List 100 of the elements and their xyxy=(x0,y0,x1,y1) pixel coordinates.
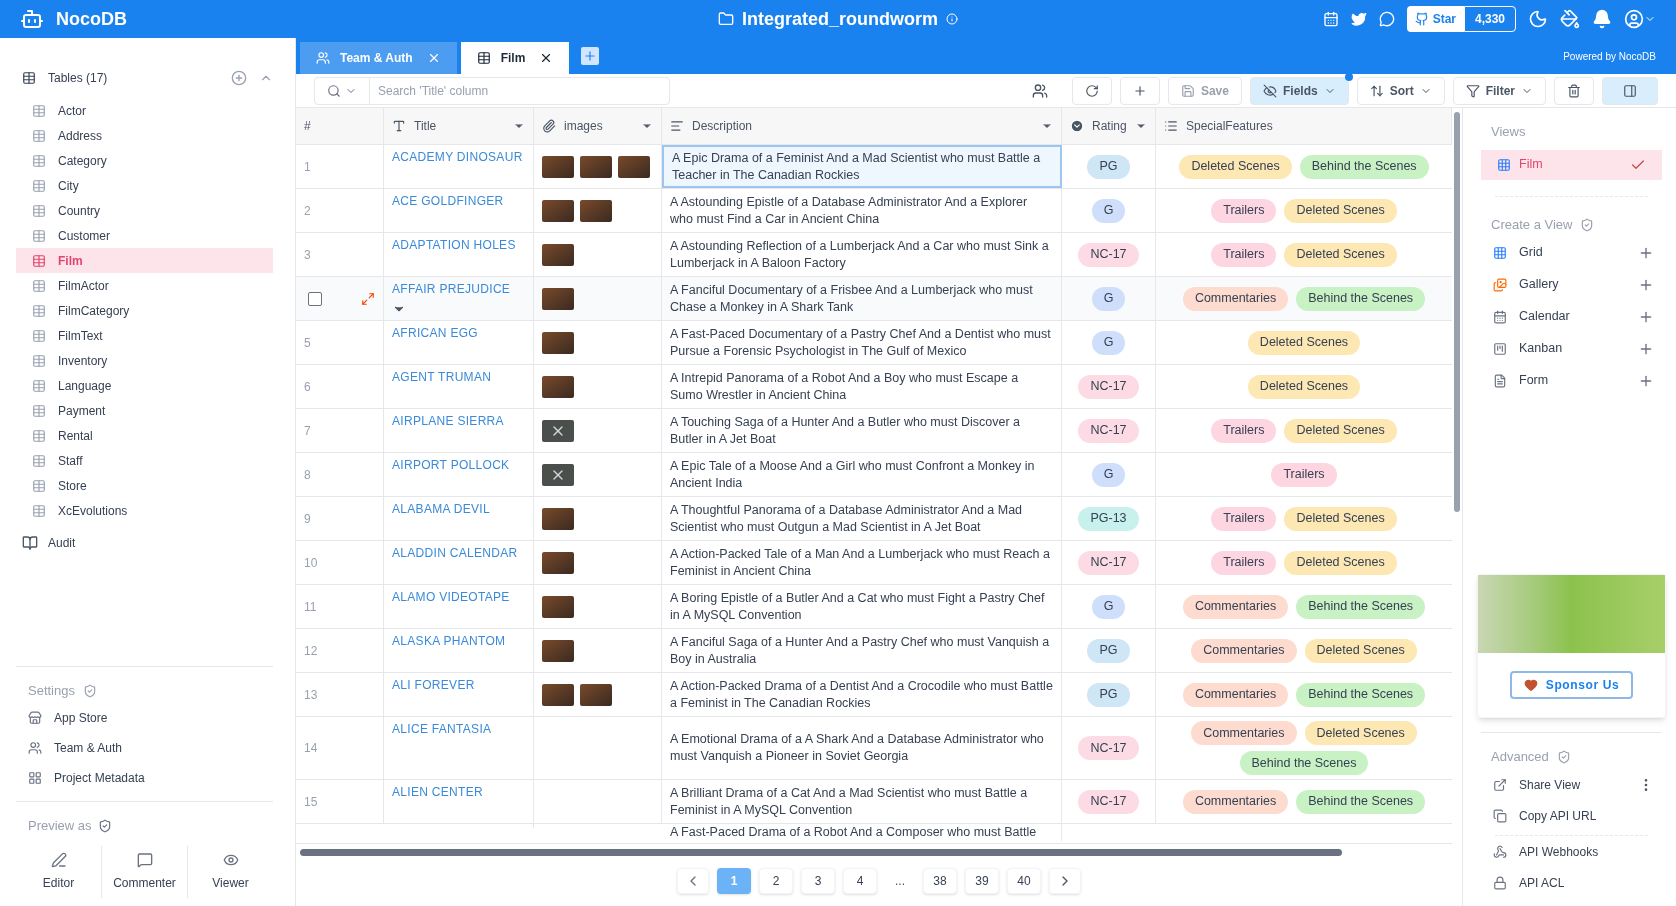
page-button[interactable]: 38 xyxy=(923,868,957,894)
advanced-item[interactable]: Share View xyxy=(1519,775,1626,794)
user-icon[interactable] xyxy=(1624,9,1644,29)
select-icon xyxy=(1070,119,1084,133)
settings-item[interactable]: Team & Auth xyxy=(54,739,123,757)
brand-name: NocoDB xyxy=(56,7,127,31)
table-list-item[interactable]: XcEvolutions xyxy=(16,498,273,523)
table-list-item[interactable]: Customer xyxy=(16,223,273,248)
sponsor-button[interactable]: Sponsor Us xyxy=(1509,671,1634,699)
list-icon xyxy=(1164,119,1178,133)
page-button[interactable]: 3 xyxy=(801,868,835,894)
row-checkbox[interactable] xyxy=(308,291,322,306)
settings-item[interactable]: Project Metadata xyxy=(54,769,145,787)
calendar-icon[interactable] xyxy=(1322,11,1339,27)
create-view-item[interactable]: Calendar xyxy=(1519,307,1626,326)
film-title-link[interactable]: ALASKA PHANTOM xyxy=(392,633,506,650)
add-table-icon[interactable] xyxy=(231,70,247,86)
film-title-link[interactable]: ADAPTATION HOLES xyxy=(392,237,516,254)
reload-button[interactable] xyxy=(1071,76,1112,105)
next-page-button[interactable] xyxy=(1049,868,1081,894)
page-button[interactable]: 39 xyxy=(965,868,999,894)
settings-item[interactable]: App Store xyxy=(54,709,108,727)
page-button[interactable]: 4 xyxy=(843,868,877,894)
sort-button[interactable]: Sort xyxy=(1356,76,1445,105)
film-title-link[interactable]: ACADEMY DINOSAUR xyxy=(392,149,523,166)
preview-role-button[interactable]: Editor xyxy=(16,846,101,898)
twitter-icon[interactable] xyxy=(1350,11,1367,27)
film-title-link[interactable]: AIRPLANE SIERRA xyxy=(392,413,504,430)
table-list-item[interactable]: Payment xyxy=(16,398,273,423)
table-list-item[interactable]: Rental xyxy=(16,423,273,448)
add-row-button[interactable] xyxy=(1119,76,1160,105)
fields-button[interactable]: Fields xyxy=(1249,76,1349,105)
advanced-item[interactable]: API Webhooks xyxy=(1519,842,1654,861)
paint-bucket-icon[interactable] xyxy=(1560,9,1580,29)
rating-tag: NC-17 xyxy=(1078,789,1139,814)
photo-placeholder xyxy=(580,199,612,222)
robot-logo-icon xyxy=(20,7,44,31)
table-list-item[interactable]: Country xyxy=(16,198,273,223)
row-number: 10 xyxy=(304,554,318,572)
add-tab-button[interactable] xyxy=(581,47,600,65)
table-list-item[interactable]: City xyxy=(16,173,273,198)
bell-icon[interactable] xyxy=(1592,9,1612,29)
moon-icon[interactable] xyxy=(1528,9,1548,29)
vertical-scrollbar[interactable] xyxy=(1454,112,1460,512)
create-view-item[interactable]: Form xyxy=(1519,371,1626,390)
table-list-item[interactable]: Category xyxy=(16,148,273,173)
row-number: 6 xyxy=(304,378,311,396)
create-view-item[interactable]: Gallery xyxy=(1519,275,1626,294)
tab[interactable]: Film xyxy=(460,42,570,74)
page-button[interactable]: 2 xyxy=(759,868,793,894)
rating-tag: NC-17 xyxy=(1078,418,1139,443)
table-list-item[interactable]: Language xyxy=(16,373,273,398)
delete-button[interactable] xyxy=(1554,76,1594,105)
filter-button[interactable]: Filter xyxy=(1452,76,1546,105)
collaborators-icon[interactable] xyxy=(1031,82,1048,99)
preview-role-button[interactable]: Viewer xyxy=(187,846,273,898)
film-title-link[interactable]: AGENT TRUMAN xyxy=(392,369,492,386)
chat-icon[interactable] xyxy=(1378,11,1395,27)
table-list-item[interactable]: FilmText xyxy=(16,323,273,348)
table-list-item[interactable]: Address xyxy=(16,123,273,148)
film-title-link[interactable]: ACE GOLDFINGER xyxy=(392,193,504,210)
book-icon xyxy=(22,535,38,551)
create-view-item[interactable]: Kanban xyxy=(1519,339,1626,358)
film-title-link[interactable]: ALABAMA DEVIL xyxy=(392,501,490,518)
table-list-item[interactable]: Actor xyxy=(16,98,273,123)
star-button[interactable]: Star xyxy=(1406,6,1464,32)
film-title-link[interactable]: AIRPORT POLLOCK xyxy=(392,457,510,474)
horizontal-scrollbar[interactable] xyxy=(300,849,1342,856)
expand-row-icon[interactable] xyxy=(361,291,375,306)
feature-tag: Commentaries xyxy=(1191,638,1297,663)
film-title-link[interactable]: ALADDIN CALENDAR xyxy=(392,545,518,562)
shield-icon xyxy=(83,684,97,698)
webhook-icon xyxy=(1493,844,1507,859)
film-title-link[interactable]: ALI FOREVER xyxy=(392,677,475,694)
film-title-link[interactable]: AFRICAN EGG xyxy=(392,325,478,342)
film-title-link[interactable]: ALICE FANTASIA xyxy=(392,721,492,738)
row-number: 5 xyxy=(304,334,311,352)
heart-icon xyxy=(1523,678,1538,692)
table-list-item[interactable]: FilmCategory xyxy=(16,298,273,323)
photo-placeholder xyxy=(542,155,574,178)
preview-role-button[interactable]: Commenter xyxy=(101,846,187,898)
film-title-link[interactable]: ALIEN CENTER xyxy=(392,784,483,801)
toggle-panel-button[interactable] xyxy=(1602,76,1658,105)
create-view-item[interactable]: Grid xyxy=(1519,243,1626,262)
table-list-item[interactable]: FilmActor xyxy=(16,273,273,298)
gallery-icon xyxy=(1493,277,1507,292)
table-list-item[interactable]: Inventory xyxy=(16,348,273,373)
photo-placeholder xyxy=(542,243,574,266)
advanced-item[interactable]: API ACL xyxy=(1519,873,1654,892)
table-list-item[interactable]: Store xyxy=(16,473,273,498)
search-input[interactable]: Search 'Title' column xyxy=(370,81,669,100)
advanced-item[interactable]: Copy API URL xyxy=(1519,806,1654,825)
page-button[interactable]: 40 xyxy=(1007,868,1041,894)
table-list-item[interactable]: Staff xyxy=(16,448,273,473)
column-title: Rating xyxy=(1092,118,1127,135)
film-title-link[interactable]: AFFAIR PREJUDICE xyxy=(392,281,511,298)
search-field[interactable]: Search 'Title' column xyxy=(314,76,670,105)
film-title-link[interactable]: ALAMO VIDEOTAPE xyxy=(392,589,510,606)
feature-tag: Commentaries xyxy=(1182,789,1289,814)
audit-item[interactable]: Audit xyxy=(16,529,273,557)
